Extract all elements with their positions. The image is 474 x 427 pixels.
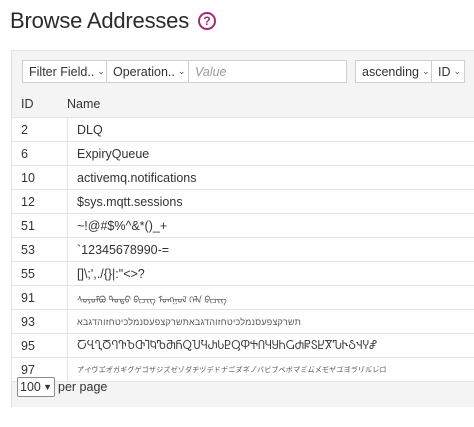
operation-label: Operation.. (113, 64, 175, 79)
row-id: 51 (12, 214, 68, 237)
table-row[interactable]: 91 ᠰᠣᠶᠣᠮᠪᠣ ᠲᠣᠳᠣ ᠪᠢᠴᠢᠭ ᠮᠣᠩᠭᠣᠯ ᠬᠡᠯᠡ ᠪᠢᠴᠢᠭ (12, 285, 474, 309)
table-row[interactable]: 12 $sys.mqtt.sessions (12, 189, 474, 213)
row-name-link[interactable]: ႠႡႢႣႤႥႦႧႨႩႪႫႬႭႮႯႰႱႲႳႴႵႶႷႸႹႺႻႼႽႾႿჀჁჂჃჄჅ (68, 339, 377, 352)
row-name-link[interactable]: activemq.notifications (68, 171, 197, 185)
operation-dropdown[interactable]: Operation.. ⌄ (107, 60, 189, 83)
filter-field-dropdown[interactable]: Filter Field.. ⌄ (22, 60, 107, 83)
table-row[interactable]: 95 ႠႡႢႣႤႥႦႧႨႩႪႫႬႭႮႯႰႱႲႳႴႵႶႷႸႹႺႻႼႽႾႿჀჁჂჃჄ… (12, 333, 474, 357)
filter-value-input[interactable] (189, 60, 347, 83)
pagination-footer: 100 ▼ per page (17, 377, 107, 397)
row-id: 2 (12, 118, 68, 141)
table-row[interactable]: 53 `12345678990-= (12, 237, 474, 261)
column-header-id[interactable]: ID (12, 97, 67, 111)
sort-order-label: ascending (362, 64, 419, 79)
filter-toolbar: Filter Field.. ⌄ Operation.. ⌄ (22, 60, 347, 83)
table-row[interactable]: 93 תשרקצפעסנמלכיטחזוהדגבאתשרקצפעסנמלכיטח… (12, 309, 474, 333)
chevron-down-icon: ⌄ (422, 66, 430, 76)
row-id: 6 (12, 142, 68, 165)
row-name-link[interactable]: DLQ (68, 123, 103, 137)
row-name-link[interactable]: ア゙イ゙ヴエ゙オ゙ガギグゲゴザジズゼゾダヂヅデドナ゙ニ゙ヌ゙ネ゙ノ゙バビブベボマ… (68, 365, 387, 375)
sort-field-label: ID (438, 64, 451, 79)
row-name-link[interactable]: תשרקצפעסנמלכיטחזוהדגבאתשרקצפעסנמלכיטחזוה… (68, 317, 301, 327)
chevron-down-icon: ⌄ (177, 66, 186, 76)
help-icon[interactable]: ? (198, 12, 216, 30)
table-row[interactable]: 2 DLQ (12, 117, 474, 141)
row-id: 95 (12, 334, 68, 357)
table-body: 2 DLQ 6 ExpiryQueue 10 activemq.notifica… (12, 117, 474, 382)
row-name-link[interactable]: ~!@#$%^&*()_+ (68, 219, 167, 233)
row-name-link[interactable]: $sys.mqtt.sessions (68, 195, 183, 209)
per-page-value: 100 (20, 380, 41, 394)
table-header: ID Name (12, 91, 474, 117)
addresses-table: ID Name 2 DLQ 6 ExpiryQueue 10 activemq.… (12, 91, 474, 382)
row-id: 55 (12, 262, 68, 285)
row-name-link[interactable]: ᠰᠣᠶᠣᠮᠪᠣ ᠲᠣᠳᠣ ᠪᠢᠴᠢᠭ ᠮᠣᠩᠭᠣᠯ ᠬᠡᠯᠡ ᠪᠢᠴᠢᠭ (68, 290, 227, 306)
per-page-select[interactable]: 100 ▼ (17, 377, 55, 397)
row-id: 10 (12, 166, 68, 189)
page-title: Browse Addresses (10, 8, 189, 33)
row-id: 12 (12, 190, 68, 213)
column-header-name[interactable]: Name (67, 97, 100, 111)
chevron-down-icon: ▼ (43, 382, 52, 392)
table-row[interactable]: 6 ExpiryQueue (12, 141, 474, 165)
filter-field-label: Filter Field.. (29, 64, 95, 79)
chevron-down-icon: ⌄ (453, 66, 462, 76)
row-name-link[interactable]: `12345678990-= (68, 243, 169, 257)
addresses-panel: Filter Field.. ⌄ Operation.. ⌄ ascending… (11, 50, 474, 407)
sort-field-dropdown[interactable]: ID ⌄ (432, 60, 465, 83)
table-row[interactable]: 51 ~!@#$%^&*()_+ (12, 213, 474, 237)
row-id: 53 (12, 238, 68, 261)
page-header: Browse Addresses ? (10, 8, 216, 34)
row-name-link[interactable]: ExpiryQueue (68, 147, 149, 161)
sort-controls: ascending ⌄ ID ⌄ (355, 60, 465, 83)
row-name-link[interactable]: []\;',./{}|:"<>? (68, 267, 145, 281)
chevron-down-icon: ⌄ (97, 66, 105, 76)
row-id: 93 (12, 310, 68, 333)
row-id: 91 (12, 286, 68, 309)
per-page-label: per page (58, 380, 108, 394)
sort-order-dropdown[interactable]: ascending ⌄ (355, 60, 432, 83)
table-row[interactable]: 55 []\;',./{}|:"<>? (12, 261, 474, 285)
table-row[interactable]: 10 activemq.notifications (12, 165, 474, 189)
